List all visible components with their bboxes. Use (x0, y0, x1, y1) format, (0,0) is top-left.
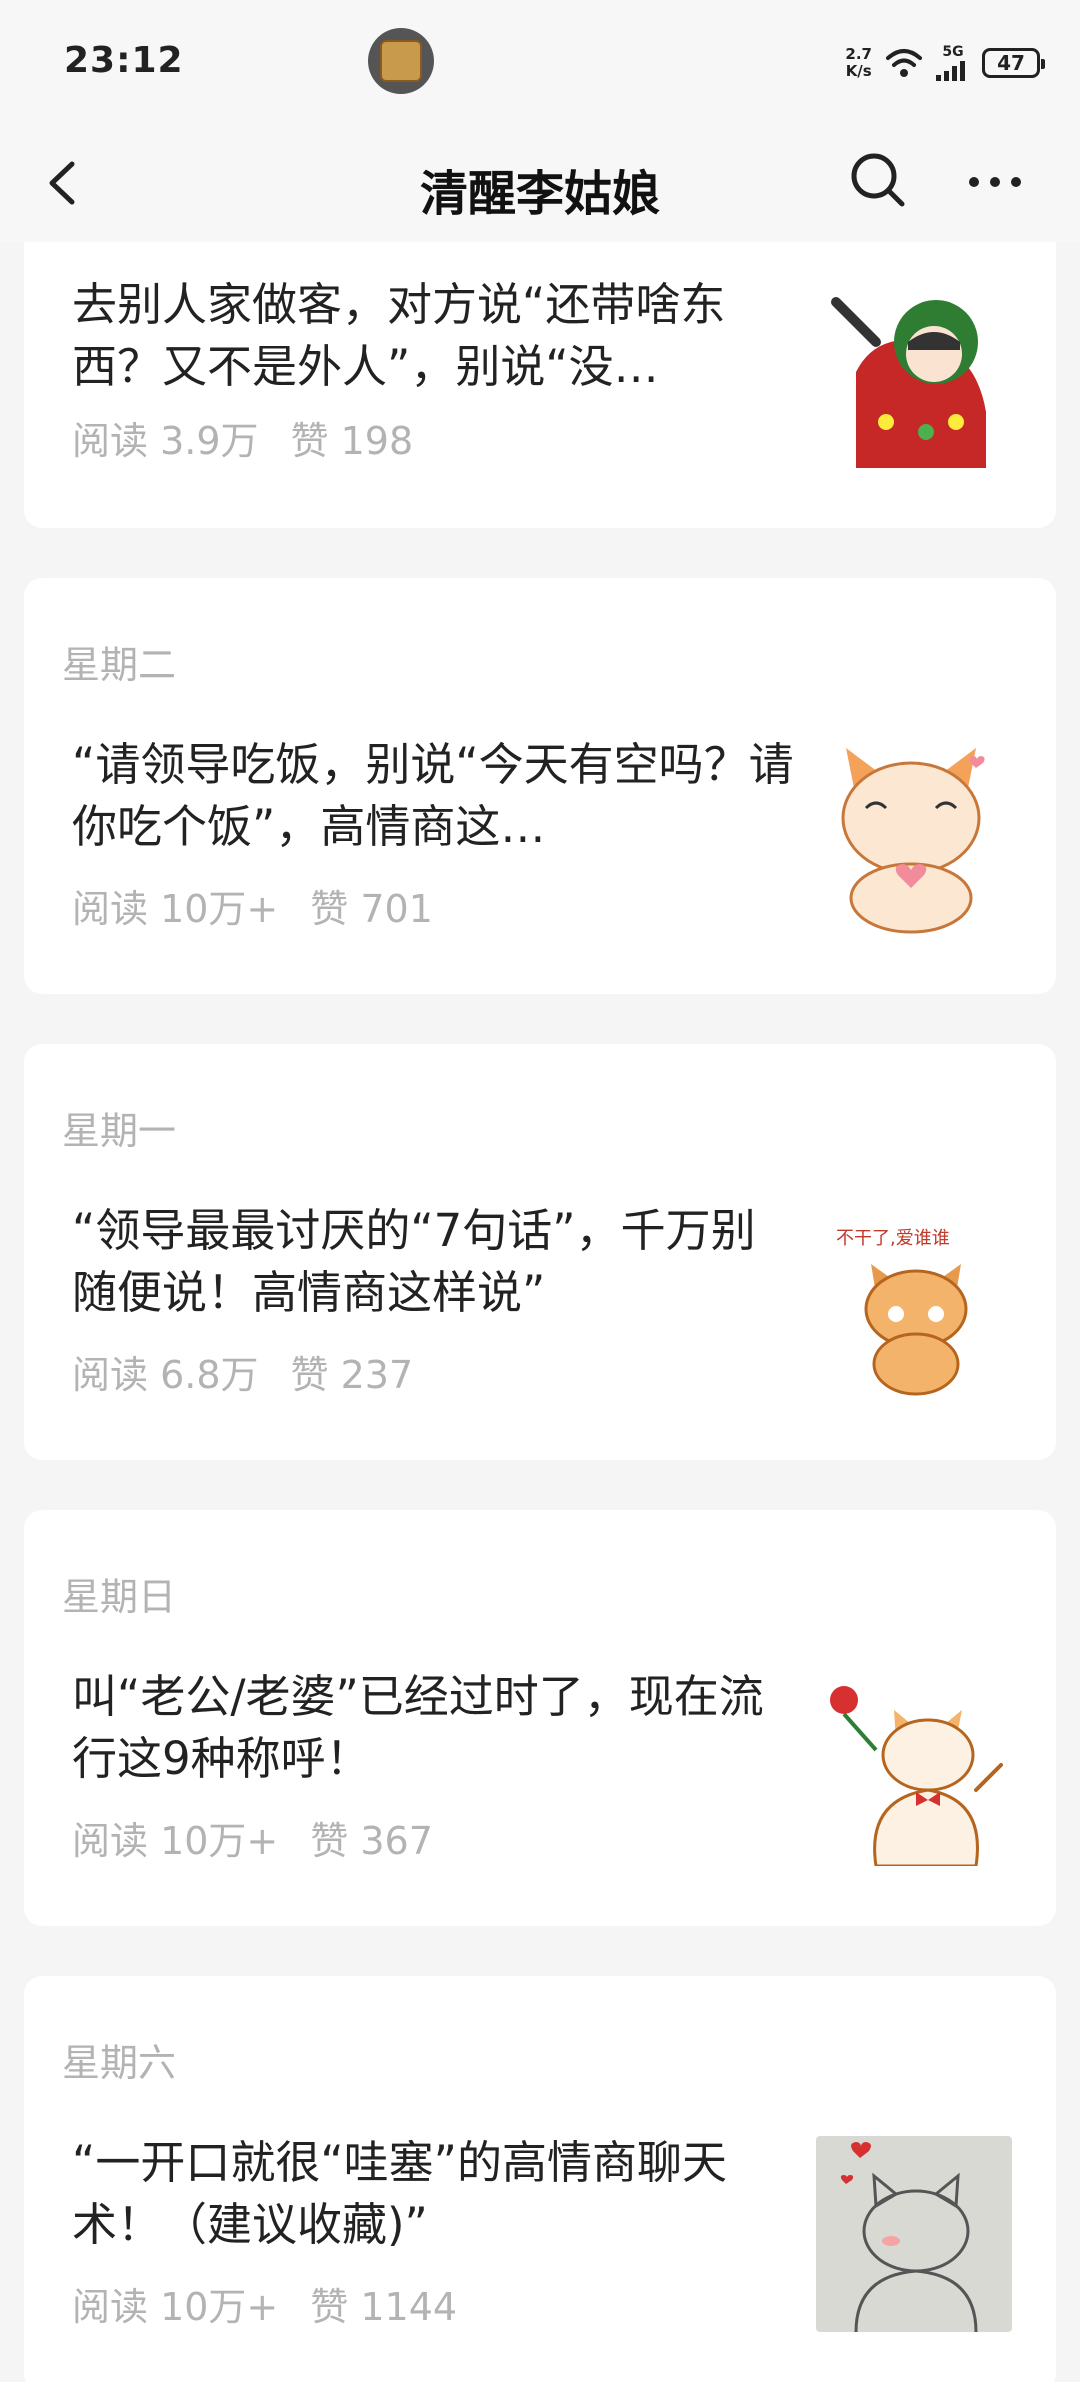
girl-sticker-icon (816, 272, 1012, 468)
signal-type: 5G (942, 44, 964, 60)
article-card[interactable]: 星期一 “领导最最讨厌的“7句话”，千万别随便说！高情商这样说” 阅读 6.8万… (24, 1044, 1056, 1460)
cat-rose-sticker-icon (830, 1686, 1003, 1866)
app-notification-icon (368, 28, 434, 94)
status-bar: 23:12 2.7 K/s 5G 47 (0, 0, 1080, 124)
read-count: 阅读 10万+ (72, 1819, 279, 1863)
date-label: 星期一 (62, 1109, 177, 1153)
nav-bar: 清醒李姑娘 (0, 124, 1080, 242)
read-count: 阅读 10万+ (72, 887, 279, 931)
article-meta: 阅读 10万+ 赞 1144 (72, 2276, 457, 2331)
page-title: 清醒李姑娘 (419, 166, 660, 222)
like-count: 赞 1144 (310, 2285, 458, 2329)
like-count: 赞 198 (290, 419, 414, 463)
article-card[interactable]: 星期六 “一开口就很“哇塞”的高情商聊天术！（建议收藏)” 阅读 10万+ 赞 … (24, 1976, 1056, 2382)
date-label: 星期六 (62, 2041, 177, 2085)
read-count: 阅读 3.9万 (72, 419, 259, 463)
date-label: 星期二 (62, 643, 177, 687)
sticker-caption: 不干了,爱谁谁 (836, 1228, 950, 1249)
search-icon[interactable] (846, 148, 910, 212)
article-meta: 阅读 3.9万 赞 198 (72, 410, 413, 465)
read-count: 阅读 10万+ (72, 2285, 279, 2329)
article-title: “领导最最讨厌的“7句话”，千万别随便说！高情商这样说” (72, 1204, 756, 1319)
like-count: 赞 237 (290, 1353, 414, 1397)
cat-sketch-sticker-icon (816, 2136, 1012, 2332)
article-feed: 去别人家做客，对方说“还带啥东西？又不是外人”，别说“没… 阅读 3.9万 赞 … (0, 242, 1080, 2382)
article-title: “请领导吃饭，别说“今天有空吗？请你吃个饭”，高情商这… (72, 738, 794, 853)
signal-indicator: 5G (936, 45, 970, 81)
like-count: 赞 367 (310, 1819, 433, 1863)
more-options-icon[interactable] (960, 148, 1030, 212)
article-title: “一开口就很“哇塞”的高情商聊天术！（建议收藏)” (72, 2136, 727, 2251)
article-card[interactable]: 去别人家做客，对方说“还带啥东西？又不是外人”，别说“没… 阅读 3.9万 赞 … (24, 242, 1056, 528)
cat-shy-sticker-icon: 不干了,爱谁谁 (836, 1228, 968, 1396)
article-meta: 阅读 6.8万 赞 237 (72, 1344, 413, 1399)
status-time: 23:12 (64, 40, 184, 81)
battery-icon: 47 (982, 48, 1045, 78)
article-title: 叫“老公/老婆”已经过时了，现在流行这9种称呼！ (72, 1670, 764, 1785)
date-label: 星期日 (62, 1575, 177, 1619)
wifi-icon (886, 49, 922, 77)
article-card[interactable]: 星期日 叫“老公/老婆”已经过时了，现在流行这9种称呼！ 阅读 10万+ 赞 3… (24, 1510, 1056, 1926)
net-speed: 2.7 K/s (845, 46, 872, 80)
like-count: 赞 701 (310, 887, 433, 931)
article-meta: 阅读 10万+ 赞 701 (72, 878, 433, 933)
article-card[interactable]: 星期二 “请领导吃饭，别说“今天有空吗？请你吃个饭”，高情商这… 阅读 10万+… (24, 578, 1056, 994)
article-meta: 阅读 10万+ 赞 367 (72, 1810, 433, 1865)
read-count: 阅读 6.8万 (72, 1353, 259, 1397)
signal-bars-icon (936, 61, 965, 81)
net-speed-value: 2.7 (845, 45, 872, 63)
article-title: 去别人家做客，对方说“还带啥东西？又不是外人”，别说“没… (72, 278, 726, 393)
battery-level: 47 (997, 51, 1025, 75)
cat-heart-sticker-icon (841, 748, 985, 934)
status-icons: 2.7 K/s 5G 47 (845, 40, 1045, 86)
net-speed-unit: K/s (845, 62, 872, 80)
